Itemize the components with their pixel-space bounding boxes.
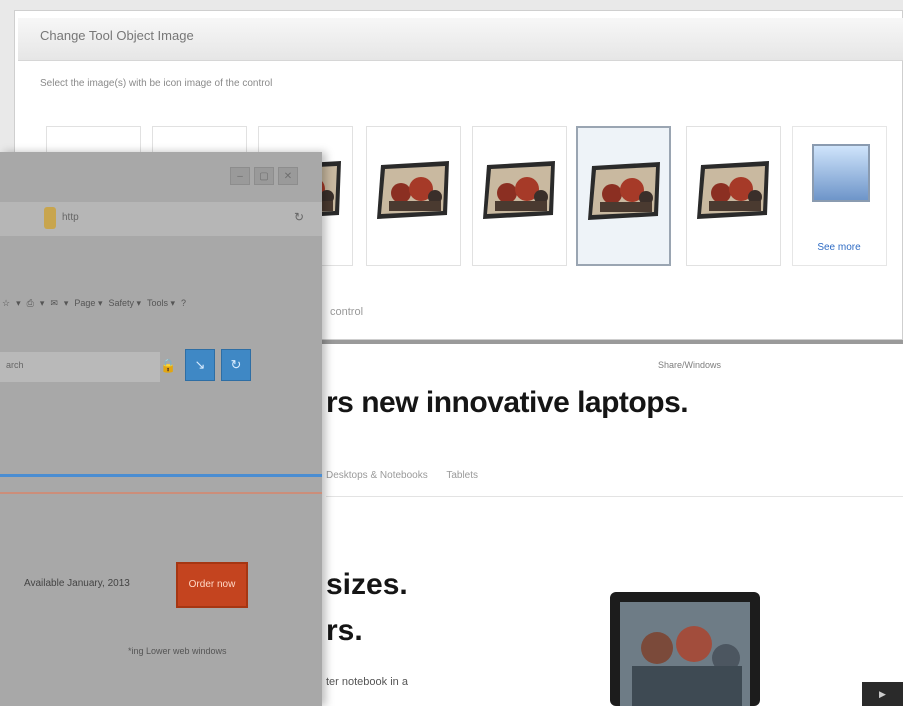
command-bar-item[interactable]: Safety ▾ bbox=[108, 298, 141, 308]
breadcrumb-item-desktops[interactable]: Desktops & Notebooks bbox=[326, 470, 428, 481]
subheading-sizes: sizes. bbox=[326, 568, 408, 601]
command-bar-item[interactable]: Page ▾ bbox=[74, 298, 102, 308]
laptop-product-image bbox=[610, 592, 760, 706]
image-thumbnail[interactable] bbox=[686, 126, 781, 266]
subheading-2: rs. bbox=[326, 614, 363, 647]
photo-icon bbox=[483, 161, 555, 219]
search-placeholder: arch bbox=[6, 360, 24, 370]
command-bar-item[interactable]: ? bbox=[181, 298, 186, 308]
order-now-button[interactable]: Order now bbox=[176, 562, 248, 608]
image-thumbnail[interactable] bbox=[472, 126, 567, 266]
share-link[interactable]: Share/Windows bbox=[658, 360, 721, 370]
image-thumbnail[interactable] bbox=[576, 126, 671, 266]
image-placeholder-icon[interactable] bbox=[812, 144, 870, 202]
accent-line bbox=[0, 474, 322, 477]
photo-icon bbox=[588, 162, 660, 220]
lock-icon: 🔒 bbox=[160, 358, 177, 373]
dialog-title: Change Tool Object Image bbox=[40, 28, 194, 43]
command-bar-item[interactable]: ▾ bbox=[40, 298, 45, 308]
command-bar-item[interactable]: ⎙ bbox=[27, 298, 34, 308]
window-controls: – ▢ ✕ bbox=[230, 166, 302, 185]
command-bar-item[interactable]: Tools ▾ bbox=[147, 298, 175, 308]
close-icon[interactable]: ✕ bbox=[278, 167, 298, 185]
divider bbox=[326, 496, 903, 497]
photo-icon bbox=[377, 161, 449, 219]
breadcrumb-item-tablets[interactable]: Tablets bbox=[446, 470, 478, 481]
order-footnote: *ing Lower web windows bbox=[128, 646, 227, 656]
minimize-icon[interactable]: – bbox=[230, 167, 250, 185]
favicon-icon bbox=[44, 207, 56, 229]
go-button[interactable]: ↘ bbox=[185, 349, 215, 381]
address-url[interactable]: http bbox=[62, 212, 79, 223]
see-more-link[interactable]: See more bbox=[798, 242, 880, 253]
corner-badge[interactable]: ▶ bbox=[862, 682, 903, 706]
page-headline: rs new innovative laptops. bbox=[326, 386, 689, 419]
maximize-icon[interactable]: ▢ bbox=[254, 167, 274, 185]
dialog-description: Select the image(s) with be icon image o… bbox=[40, 78, 273, 89]
command-bar-item[interactable]: ☆ bbox=[2, 298, 10, 308]
search-input[interactable] bbox=[0, 352, 160, 382]
reload-button[interactable]: ↻ bbox=[221, 349, 251, 381]
accent-line-orange bbox=[0, 492, 322, 494]
image-thumbnail[interactable] bbox=[366, 126, 461, 266]
body-text: ter notebook in a bbox=[326, 676, 408, 688]
photo-icon bbox=[697, 161, 769, 219]
availability-text: Available January, 2013 bbox=[24, 578, 130, 589]
dialog-footnote: control bbox=[330, 306, 364, 318]
command-bar-item[interactable]: ▾ bbox=[16, 298, 21, 308]
breadcrumb: Desktops & Notebooks Tablets bbox=[326, 470, 494, 481]
refresh-icon[interactable]: ↻ bbox=[294, 210, 304, 224]
browser-command-bar: ☆ ▾ ⎙ ▾ ✉ ▾ Page ▾ Safety ▾ Tools ▾? bbox=[0, 292, 322, 318]
command-bar-item[interactable]: ✉ bbox=[50, 298, 58, 308]
command-bar-item[interactable]: ▾ bbox=[64, 298, 69, 308]
